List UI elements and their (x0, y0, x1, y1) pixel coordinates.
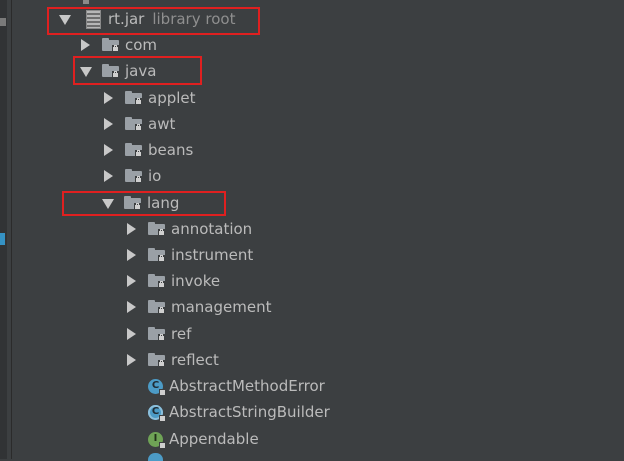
tool-strip-background (0, 0, 7, 459)
tree-node-appendable[interactable]: I Appendable (148, 426, 259, 452)
partial-tree-icon (83, 0, 89, 4)
tree-node-label: beans (148, 141, 194, 159)
package-folder-icon (148, 274, 166, 288)
tree-node-label: io (148, 167, 162, 185)
tree-node-instrument[interactable]: instrument (127, 242, 253, 268)
tree-node-invoke[interactable]: invoke (127, 268, 220, 294)
package-folder-icon (148, 300, 166, 314)
highlight-box-rt-jar (47, 7, 260, 35)
collapsed-arrow-icon[interactable] (127, 328, 136, 340)
highlight-box-lang (62, 191, 226, 216)
highlight-box-java (73, 56, 202, 85)
tree-node-label: awt (148, 115, 176, 133)
class-icon (148, 453, 163, 461)
tree-node-label: com (125, 36, 158, 54)
tree-node-label: AbstractStringBuilder (169, 403, 330, 421)
interface-icon: I (148, 431, 166, 449)
package-folder-icon (148, 248, 166, 262)
package-folder-icon (125, 91, 143, 105)
collapsed-arrow-icon[interactable] (104, 144, 113, 156)
tree-node-label: ref (171, 325, 192, 343)
tree-node-annotation[interactable]: annotation (127, 216, 252, 242)
package-folder-icon (125, 143, 143, 157)
tree-node-applet[interactable]: applet (104, 85, 196, 111)
tool-window-icon[interactable] (0, 18, 6, 26)
collapsed-arrow-icon[interactable] (127, 301, 136, 313)
tree-node-management[interactable]: management (127, 294, 271, 320)
collapsed-arrow-icon[interactable] (104, 170, 113, 182)
tree-node-label: management (171, 298, 272, 316)
package-folder-icon (125, 117, 143, 131)
tree-node-label: instrument (171, 246, 254, 264)
tree-node-ref[interactable]: ref (127, 321, 191, 347)
tree-node-abstractmethoderror[interactable]: C AbstractMethodError (148, 373, 325, 399)
tree-node-abstractstringbuilder[interactable]: C AbstractStringBuilder (148, 399, 330, 425)
tree-node-label: AbstractMethodError (169, 377, 325, 395)
tree-node-beans[interactable]: beans (104, 137, 193, 163)
tree-node-awt[interactable]: awt (104, 111, 175, 137)
package-folder-icon (148, 327, 166, 341)
tree-node-com[interactable]: com (81, 32, 157, 58)
tree-node-label: invoke (171, 272, 221, 290)
tree-node-reflect[interactable]: reflect (127, 347, 219, 373)
abstract-class-icon: C (148, 404, 166, 422)
collapsed-arrow-icon[interactable] (127, 354, 136, 366)
collapsed-arrow-icon[interactable] (104, 92, 113, 104)
package-folder-icon (148, 353, 166, 367)
package-folder-icon (148, 222, 166, 236)
collapsed-arrow-icon[interactable] (127, 249, 136, 261)
collapsed-arrow-icon[interactable] (127, 275, 136, 287)
collapsed-arrow-icon[interactable] (81, 39, 90, 51)
active-tool-indicator-icon[interactable] (0, 233, 5, 245)
class-icon: C (148, 378, 166, 396)
project-tree: rt.jar library root com java applet awt … (11, 0, 624, 461)
tree-node-label: applet (148, 89, 196, 107)
tree-node-label: Appendable (169, 430, 259, 448)
collapsed-arrow-icon[interactable] (104, 118, 113, 130)
package-folder-icon (125, 169, 143, 183)
collapsed-arrow-icon[interactable] (127, 223, 136, 235)
package-folder-icon (102, 38, 120, 52)
tree-node-label: reflect (171, 351, 219, 369)
tree-node-io[interactable]: io (104, 163, 161, 189)
tree-node-label: annotation (171, 220, 253, 238)
